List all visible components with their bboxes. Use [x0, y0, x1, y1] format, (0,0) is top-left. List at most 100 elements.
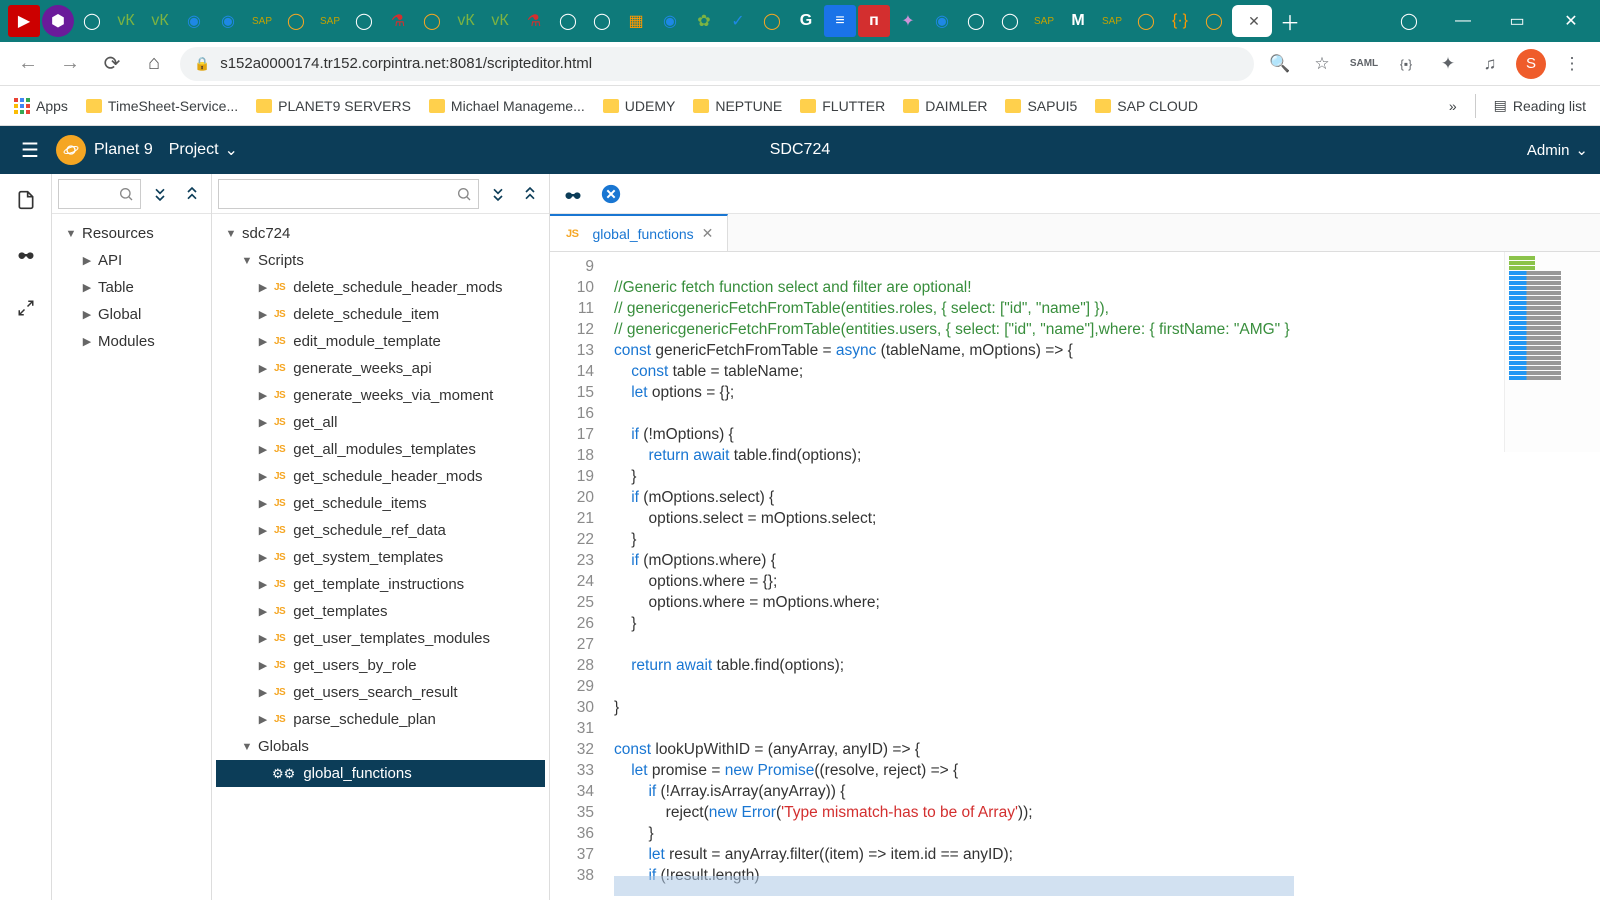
- maximize-button[interactable]: ▭: [1496, 5, 1538, 37]
- binoculars-icon[interactable]: [560, 181, 586, 207]
- browser-tab[interactable]: п: [858, 5, 890, 37]
- global-item-selected[interactable]: ⚙⚙global_functions: [216, 760, 545, 787]
- browser-tab[interactable]: ◯: [756, 5, 788, 37]
- close-icon[interactable]: ✕: [702, 225, 714, 242]
- browser-tab[interactable]: ◯: [1198, 5, 1230, 37]
- new-tab-button[interactable]: ＋: [1274, 5, 1306, 37]
- bookmark-item[interactable]: Michael Manageme...: [429, 98, 585, 114]
- admin-menu[interactable]: Admin ⌄: [1527, 141, 1588, 159]
- browser-tab[interactable]: SAP: [1096, 5, 1128, 37]
- reload-button[interactable]: ⟳: [96, 48, 128, 80]
- browser-tab[interactable]: ◯: [994, 5, 1026, 37]
- file-icon[interactable]: [10, 184, 42, 216]
- browser-tab[interactable]: ◯: [960, 5, 992, 37]
- binoculars-icon[interactable]: [10, 238, 42, 270]
- tree-node-globals[interactable]: Globals: [216, 733, 545, 760]
- browser-tab[interactable]: ▦: [620, 5, 652, 37]
- minimize-button[interactable]: ―: [1442, 5, 1484, 37]
- zoom-icon[interactable]: 🔍: [1264, 48, 1296, 80]
- home-button[interactable]: ⌂: [138, 48, 170, 80]
- code-content[interactable]: //Generic fetch function select and filt…: [604, 252, 1600, 900]
- code-editor[interactable]: 9101112131415161718192021222324252627282…: [550, 252, 1600, 900]
- browser-tab[interactable]: ◯: [76, 5, 108, 37]
- script-item[interactable]: JSget_schedule_header_mods: [216, 463, 545, 490]
- collapse-all-button[interactable]: [517, 181, 543, 207]
- editor-tab-global-functions[interactable]: JS global_functions ✕: [550, 214, 728, 251]
- browser-tab[interactable]: ◉: [212, 5, 244, 37]
- browser-tab[interactable]: ◯: [348, 5, 380, 37]
- browser-tab[interactable]: ⬢: [42, 5, 74, 37]
- script-item[interactable]: JSdelete_schedule_item: [216, 301, 545, 328]
- script-item[interactable]: JSedit_module_template: [216, 328, 545, 355]
- script-item[interactable]: JSgenerate_weeks_via_moment: [216, 382, 545, 409]
- bookmark-item[interactable]: UDEMY: [603, 98, 676, 114]
- tree-root-project[interactable]: sdc724: [216, 220, 545, 247]
- browser-tab[interactable]: SAP: [246, 5, 278, 37]
- url-bar[interactable]: 🔒 s152a0000174.tr152.corpintra.net:8081/…: [180, 47, 1254, 81]
- browser-tab[interactable]: ◯: [1130, 5, 1162, 37]
- browser-tab[interactable]: ⚗: [518, 5, 550, 37]
- browser-tab[interactable]: ✿: [688, 5, 720, 37]
- browser-tab[interactable]: ◉: [926, 5, 958, 37]
- browser-tab[interactable]: ◉: [178, 5, 210, 37]
- reading-list-button[interactable]: ▤ Reading list: [1494, 97, 1586, 114]
- script-item[interactable]: JSget_system_templates: [216, 544, 545, 571]
- expand-icon[interactable]: [10, 292, 42, 324]
- close-circle-icon[interactable]: [598, 181, 624, 207]
- profile-avatar[interactable]: S: [1516, 49, 1546, 79]
- bookmark-item[interactable]: PLANET9 SERVERS: [256, 98, 411, 114]
- search-input[interactable]: [58, 179, 141, 209]
- browser-tab[interactable]: ≡: [824, 5, 856, 37]
- bookmark-item[interactable]: SAPUI5: [1005, 98, 1077, 114]
- script-item[interactable]: JSget_schedule_ref_data: [216, 517, 545, 544]
- browser-tab[interactable]: ◯: [416, 5, 448, 37]
- browser-tab[interactable]: G: [790, 5, 822, 37]
- playlist-icon[interactable]: ♫: [1474, 48, 1506, 80]
- tree-node[interactable]: Global: [56, 301, 207, 328]
- script-item[interactable]: JSdelete_schedule_header_mods: [216, 274, 545, 301]
- browser-tab[interactable]: ✓: [722, 5, 754, 37]
- close-window-button[interactable]: ✕: [1550, 5, 1592, 37]
- bookmark-item[interactable]: NEPTUNE: [693, 98, 782, 114]
- project-selector[interactable]: Project ⌄: [169, 140, 238, 160]
- bookmark-item[interactable]: TimeSheet-Service...: [86, 98, 238, 114]
- tree-node-scripts[interactable]: Scripts: [216, 247, 545, 274]
- expand-all-button[interactable]: [147, 181, 173, 207]
- browser-tab[interactable]: {·}: [1164, 5, 1196, 37]
- collapse-all-button[interactable]: [179, 181, 205, 207]
- browser-tab[interactable]: vК: [450, 5, 482, 37]
- kebab-menu-icon[interactable]: ⋮: [1556, 48, 1588, 80]
- script-item[interactable]: JSget_users_by_role: [216, 652, 545, 679]
- back-button[interactable]: ←: [12, 48, 44, 80]
- bookmark-item[interactable]: FLUTTER: [800, 98, 885, 114]
- browser-tab-active[interactable]: ✕: [1232, 5, 1272, 37]
- json-icon[interactable]: {▪}: [1390, 48, 1422, 80]
- browser-tab[interactable]: ▶: [8, 5, 40, 37]
- browser-tab[interactable]: vК: [484, 5, 516, 37]
- star-icon[interactable]: ☆: [1306, 48, 1338, 80]
- browser-tab[interactable]: SAP: [314, 5, 346, 37]
- browser-tab[interactable]: vК: [110, 5, 142, 37]
- extensions-icon[interactable]: ✦: [1432, 48, 1464, 80]
- expand-all-button[interactable]: [485, 181, 511, 207]
- script-item[interactable]: JSget_schedule_items: [216, 490, 545, 517]
- script-item[interactable]: JSget_all: [216, 409, 545, 436]
- script-item[interactable]: JSget_users_search_result: [216, 679, 545, 706]
- browser-tab[interactable]: ✦: [892, 5, 924, 37]
- browser-tab[interactable]: ⚗: [382, 5, 414, 37]
- account-icon[interactable]: ◯: [1388, 5, 1430, 37]
- browser-tab[interactable]: ◯: [280, 5, 312, 37]
- close-icon[interactable]: ✕: [1248, 13, 1260, 30]
- script-item[interactable]: JSget_template_instructions: [216, 571, 545, 598]
- tree-root-resources[interactable]: Resources: [56, 220, 207, 247]
- script-item[interactable]: JSgenerate_weeks_api: [216, 355, 545, 382]
- browser-tab[interactable]: M: [1062, 5, 1094, 37]
- bookmarks-overflow[interactable]: »: [1449, 98, 1457, 114]
- script-item[interactable]: JSget_templates: [216, 598, 545, 625]
- saml-icon[interactable]: SAML: [1348, 48, 1380, 80]
- browser-tab[interactable]: ◯: [552, 5, 584, 37]
- script-item[interactable]: JSget_all_modules_templates: [216, 436, 545, 463]
- search-input[interactable]: [218, 179, 479, 209]
- hamburger-menu[interactable]: ☰: [12, 138, 48, 163]
- apps-button[interactable]: Apps: [14, 98, 68, 114]
